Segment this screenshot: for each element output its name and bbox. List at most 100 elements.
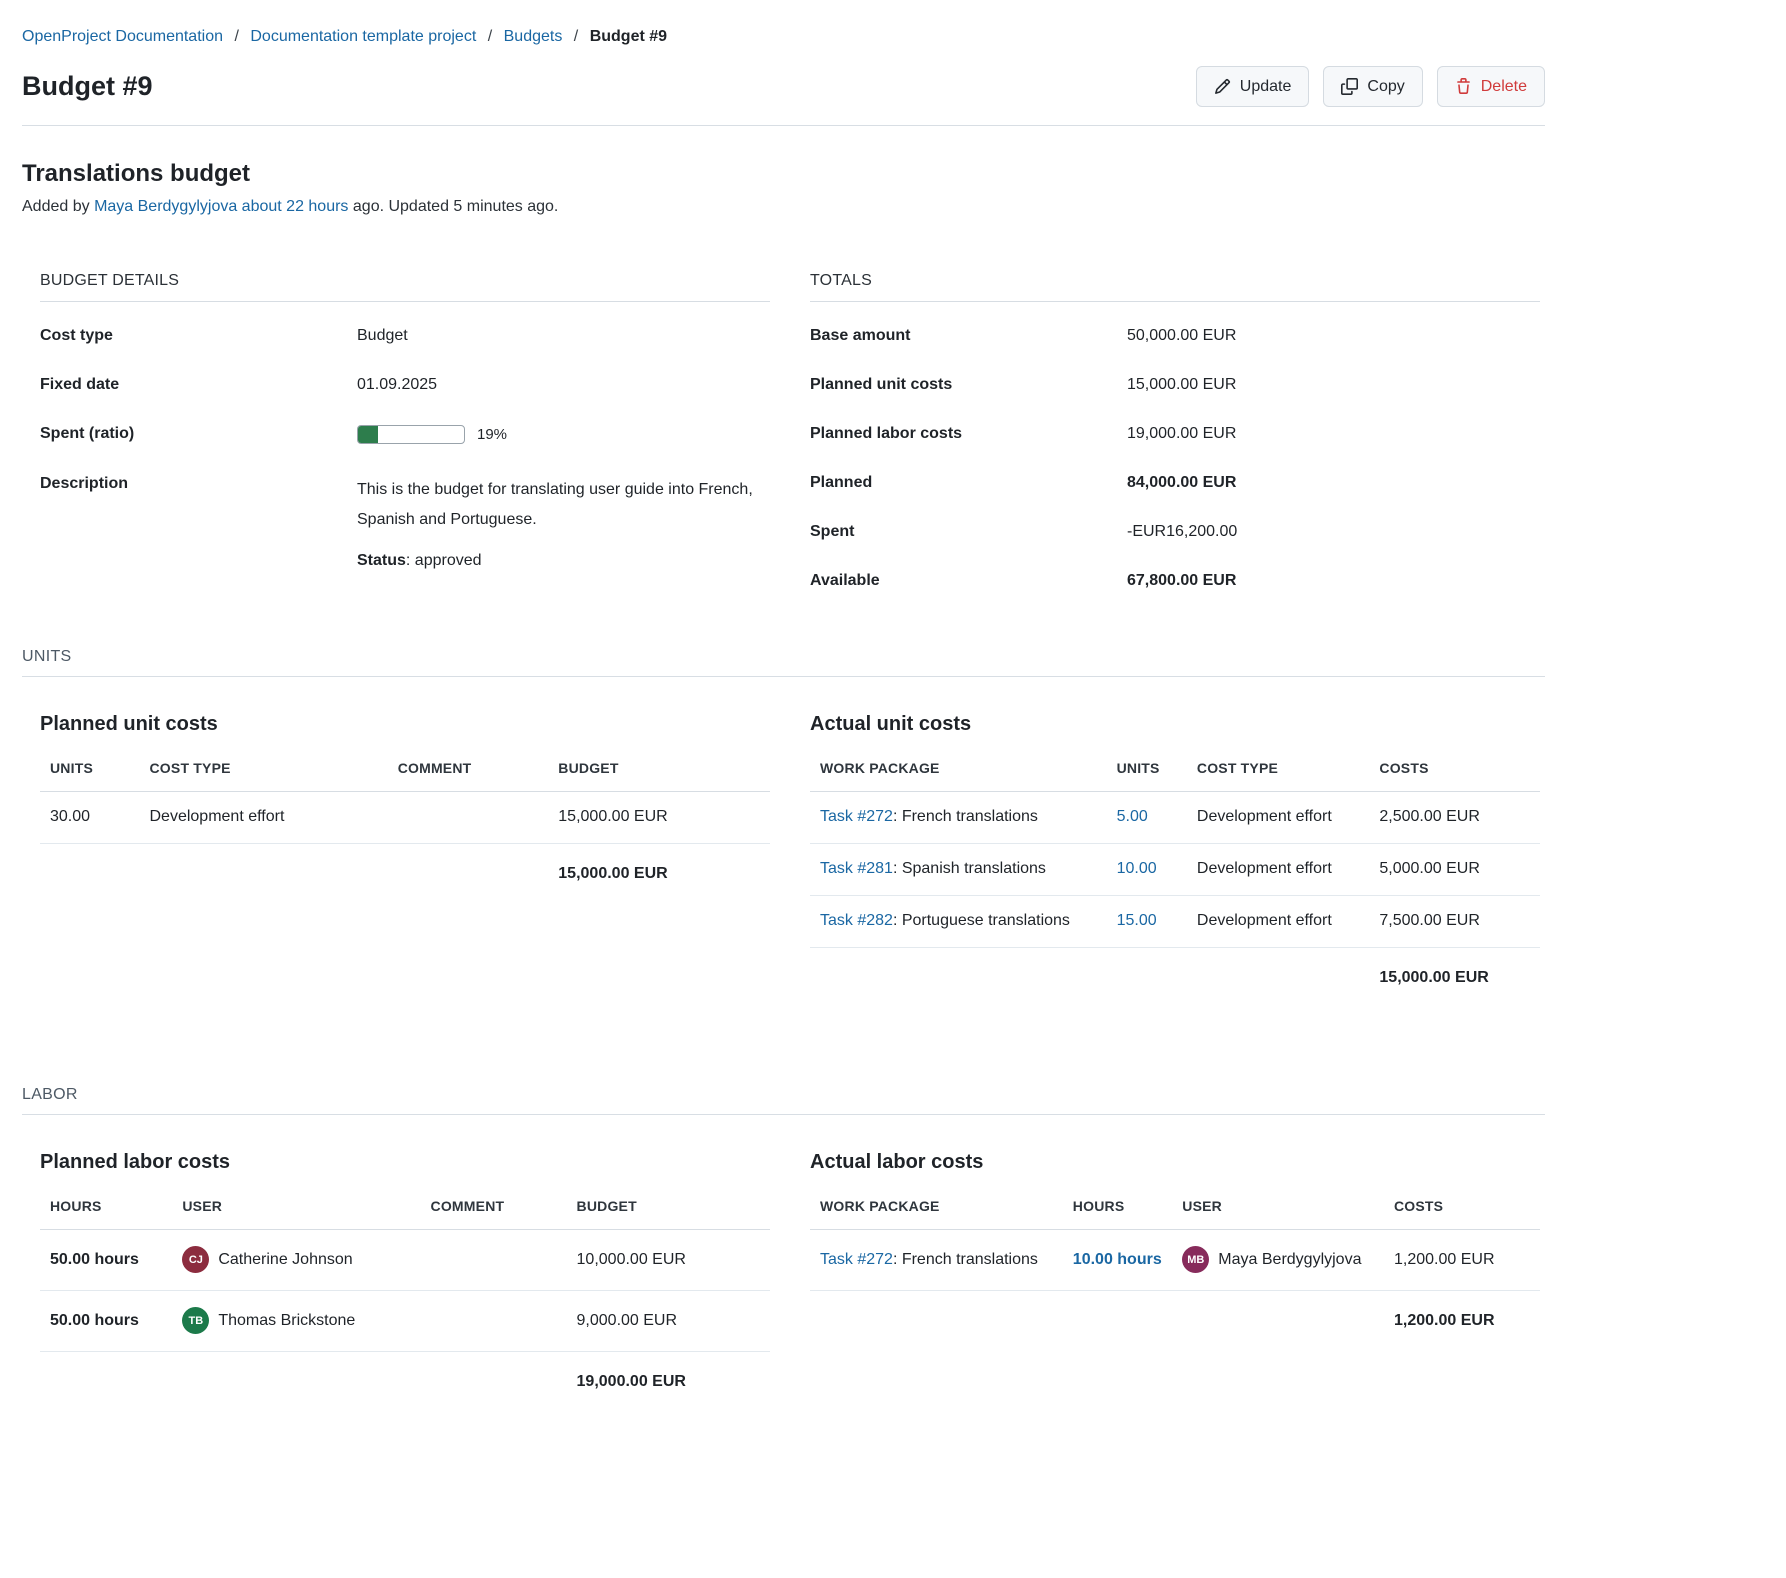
planned-value: 84,000.00 EUR [1127,474,1540,492]
column-header-comment: COMMENT [431,1198,577,1230]
table-header-row: WORK PACKAGE UNITS COST TYPE COSTS [810,760,1540,792]
units-section-title: UNITS [22,648,1545,677]
cost-type-label: Cost type [40,327,357,345]
totals-rows: Base amount 50,000.00 EUR Planned unit c… [810,312,1540,606]
toolbar: Update Copy Delete [1196,66,1545,107]
comment-cell [431,1291,577,1352]
available-label: Available [810,572,1127,590]
copy-button[interactable]: Copy [1323,66,1422,107]
spent-ratio-label: Spent (ratio) [40,425,357,444]
budget-cell: 10,000.00 EUR [577,1230,770,1291]
units-link[interactable]: 5.00 [1117,808,1148,825]
column-header-comment: COMMENT [398,760,559,792]
column-header-work-package: WORK PACKAGE [810,1198,1073,1230]
copy-button-label: Copy [1367,78,1404,96]
avatar: TB [182,1307,209,1334]
planned-labor-costs-row: Planned labor costs 19,000.00 EUR [810,410,1540,459]
delete-button-label: Delete [1481,78,1527,96]
breadcrumb-link-documentation-template-project[interactable]: Documentation template project [250,28,476,45]
description-value: This is the budget for translating user … [357,475,770,570]
avatar: MB [1182,1246,1209,1273]
units-cell: 10.00 [1117,844,1197,896]
units-link[interactable]: 15.00 [1117,912,1157,929]
hours-cell: 10.00 hours [1073,1230,1183,1291]
fixed-date-value: 01.09.2025 [357,376,770,394]
actual-labor-costs-block: Actual labor costs WORK PACKAGE HOURS US… [810,1151,1540,1408]
costs-cell: 7,500.00 EUR [1379,896,1540,948]
task-272-link[interactable]: Task #272 [820,808,893,825]
delete-button[interactable]: Delete [1437,66,1545,107]
spent-row: Spent -EUR16,200.00 [810,508,1540,557]
breadcrumb-link-budgets[interactable]: Budgets [504,28,563,45]
pencil-icon [1214,78,1231,95]
total-row: 1,200.00 EUR [810,1291,1540,1348]
breadcrumb-separator: / [234,28,238,45]
budget-cell: 9,000.00 EUR [577,1291,770,1352]
spent-ratio-progressbar [357,425,465,444]
table-row: 50.00 hours CJ Catherine Johnson 10,000.… [40,1230,770,1291]
breadcrumb-separator: / [488,28,492,45]
total-row: 15,000.00 EUR [810,948,1540,1005]
column-header-budget: BUDGET [577,1198,770,1230]
task-281-link[interactable]: Task #281 [820,860,893,877]
total-row: 15,000.00 EUR [40,844,770,901]
comment-cell [398,792,559,844]
description-text: This is the budget for translating user … [357,475,770,534]
available-row: Available 67,800.00 EUR [810,557,1540,606]
planned-unit-costs-heading: Planned unit costs [40,713,770,736]
cost-type-row: Cost type Budget [40,312,770,361]
budget-details-rows: Cost type Budget Fixed date 01.09.2025 S… [40,312,770,586]
column-header-work-package: WORK PACKAGE [810,760,1117,792]
fixed-date-label: Fixed date [40,376,357,394]
units-cell: 15.00 [1117,896,1197,948]
planned-labor-costs-label: Planned labor costs [810,425,1127,443]
units-cell: 30.00 [40,792,150,844]
task-272-link[interactable]: Task #272 [820,1251,893,1268]
costs-cell: 1,200.00 EUR [1394,1230,1540,1291]
breadcrumb-link-openproject-documentation[interactable]: OpenProject Documentation [22,28,223,45]
hours-cell: 50.00 hours [40,1291,182,1352]
labor-section-title: LABOR [22,1086,1545,1115]
cost-type-cell: Development effort [1197,844,1380,896]
column-header-user: USER [182,1198,430,1230]
update-button[interactable]: Update [1196,66,1310,107]
update-button-label: Update [1240,78,1292,96]
hours-cell: 50.00 hours [40,1230,182,1291]
trash-icon [1455,78,1472,95]
hours-link[interactable]: 10.00 hours [1073,1251,1162,1268]
actual-unit-costs-table: WORK PACKAGE UNITS COST TYPE COSTS Task … [810,760,1540,1004]
breadcrumb: OpenProject Documentation / Documentatio… [22,28,1545,46]
spent-ratio-text: 19% [477,426,507,443]
planned-label: Planned [810,474,1127,492]
total-row: 19,000.00 EUR [40,1352,770,1409]
planned-unit-costs-block: Planned unit costs UNITS COST TYPE COMME… [40,713,770,1004]
planned-labor-costs-table: HOURS USER COMMENT BUDGET 50.00 hours CJ… [40,1198,770,1408]
actual-unit-costs-block: Actual unit costs WORK PACKAGE UNITS COS… [810,713,1540,1004]
table-row: 30.00 Development effort 15,000.00 EUR [40,792,770,844]
actual-labor-costs-total: 1,200.00 EUR [1394,1291,1540,1348]
user-cell: TB Thomas Brickstone [182,1291,430,1352]
costs-cell: 2,500.00 EUR [1379,792,1540,844]
units-link[interactable]: 10.00 [1117,860,1157,877]
work-package-subject: : Portuguese translations [893,912,1070,929]
budget-cell: 15,000.00 EUR [558,792,770,844]
page-title: Budget #9 [22,71,153,102]
spent-ratio-fill [358,426,378,443]
work-package-cell: Task #272: French translations [810,792,1117,844]
byline-prefix: Added by [22,198,90,215]
work-package-cell: Task #272: French translations [810,1230,1073,1291]
totals-section: TOTALS Base amount 50,000.00 EUR Planned… [810,272,1540,606]
column-header-units: UNITS [40,760,150,792]
labor-tables: Planned labor costs HOURS USER COMMENT B… [22,1151,1545,1408]
planned-labor-costs-block: Planned labor costs HOURS USER COMMENT B… [40,1151,770,1408]
column-header-units: UNITS [1117,760,1197,792]
table-row: 50.00 hours TB Thomas Brickstone 9,000.0… [40,1291,770,1352]
author-link[interactable]: Maya Berdygylyjova about 22 hours [94,198,348,215]
planned-unit-costs-total: 15,000.00 EUR [558,844,770,901]
byline-suffix: ago. Updated 5 minutes ago. [353,198,558,215]
status-value: : approved [406,552,482,569]
table-row: Task #282: Portuguese translations 15.00… [810,896,1540,948]
planned-unit-costs-table: UNITS COST TYPE COMMENT BUDGET 30.00 Dev… [40,760,770,900]
task-282-link[interactable]: Task #282 [820,912,893,929]
spent-value: -EUR16,200.00 [1127,523,1540,541]
